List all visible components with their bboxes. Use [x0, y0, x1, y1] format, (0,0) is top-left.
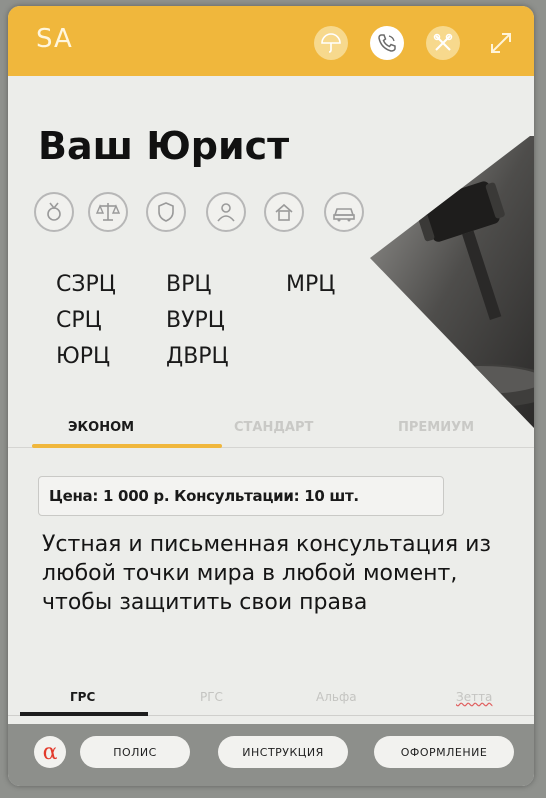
order-button[interactable]: ОФОРМЛЕНИЕ — [374, 736, 514, 768]
product-title: Ваш Юрист — [38, 124, 290, 168]
shield-icon — [146, 192, 186, 232]
tab-rgs[interactable]: РГС — [200, 690, 223, 704]
tab-standard[interactable]: СТАНДАРТ — [234, 420, 313, 435]
product-description: Устная и письменная консультация из любо… — [42, 532, 492, 615]
tab-alfa[interactable]: Альфа — [316, 690, 357, 704]
umbrella-icon[interactable] — [314, 26, 348, 60]
policy-button[interactable]: ПОЛИС — [80, 736, 190, 768]
region-label: МРЦ — [286, 272, 336, 297]
scales-icon — [88, 192, 128, 232]
gavel-image — [370, 136, 534, 428]
medal-icon — [34, 192, 74, 232]
price-info-box: Цена: 1 000 р. Консультации: 10 шт. — [38, 476, 444, 516]
tab-premium[interactable]: ПРЕМИУМ — [398, 420, 474, 435]
expand-arrows-icon[interactable] — [486, 28, 516, 58]
region-label: ВУРЦ — [166, 308, 225, 333]
region-label: СЗРЦ — [56, 272, 116, 297]
active-tab-indicator — [20, 712, 148, 716]
tools-icon[interactable] — [426, 26, 460, 60]
logo: SA — [36, 24, 73, 54]
phone-icon[interactable] — [370, 26, 404, 60]
house-icon — [264, 192, 304, 232]
price-text: Цена: 1 000 р. Консультации: 10 шт. — [49, 487, 359, 505]
tab-econom[interactable]: ЭКОНОМ — [68, 420, 134, 435]
active-tab-indicator — [32, 444, 222, 448]
alpha-logo-button[interactable]: α — [34, 736, 66, 768]
region-label: ВРЦ — [166, 272, 212, 297]
card-footer: α ПОЛИС ИНСТРУКЦИЯ ОФОРМЛЕНИЕ — [8, 724, 534, 786]
product-card: SA Ваш Юрист СЗРЦ СРЦ ЮРЦ ВРЦ ВУРЦ ДВРЦ … — [8, 6, 534, 786]
region-label: ЮРЦ — [56, 344, 111, 369]
region-label: СРЦ — [56, 308, 102, 333]
card-header: SA — [8, 6, 534, 76]
car-icon — [324, 192, 364, 232]
tab-zetta[interactable]: Зетта — [456, 690, 492, 704]
region-label: ДВРЦ — [166, 344, 229, 369]
person-icon — [206, 192, 246, 232]
tab-grs[interactable]: ГРС — [70, 690, 95, 704]
instruction-button[interactable]: ИНСТРУКЦИЯ — [218, 736, 348, 768]
